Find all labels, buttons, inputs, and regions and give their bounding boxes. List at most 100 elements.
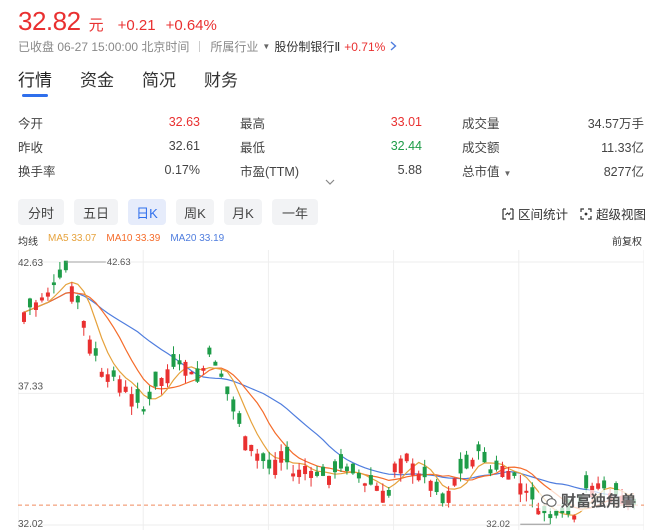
candle-body bbox=[129, 394, 134, 407]
range-stats-button[interactable]: 区间统计 bbox=[502, 204, 568, 223]
candle-body bbox=[207, 347, 212, 355]
stats-row: 今开 32.63 最高 33.01 成交量 34.57万手 bbox=[18, 110, 644, 134]
candle-body bbox=[362, 483, 367, 486]
candle-body bbox=[356, 472, 361, 479]
legend-ma20: MA20 33.19 bbox=[170, 233, 225, 244]
period-5day[interactable]: 五日 bbox=[74, 199, 118, 225]
stat-turnover-rate: 换手率 0.17% bbox=[18, 161, 200, 180]
candle-body bbox=[33, 302, 38, 310]
candlestick-chart[interactable]: 42.63 37.33 32.02 42.63 32.02 bbox=[18, 250, 644, 530]
candle-body bbox=[147, 391, 152, 400]
price-change-percent: +0.64% bbox=[165, 17, 217, 34]
candle-body bbox=[416, 473, 421, 481]
stat-value: 5.88 bbox=[397, 163, 422, 177]
stat-value: 32.61 bbox=[168, 139, 200, 153]
candle-body bbox=[87, 339, 92, 354]
stat-label: 今开 bbox=[18, 116, 44, 131]
industry-change: +0.71% bbox=[344, 39, 386, 54]
candle-body bbox=[476, 444, 481, 452]
price-header: 32.82 元 +0.21 +0.64% bbox=[18, 6, 217, 36]
candle-body bbox=[368, 475, 373, 485]
stat-open: 今开 32.63 bbox=[18, 113, 200, 132]
candle-body bbox=[27, 298, 32, 308]
candle-body bbox=[494, 460, 499, 470]
period-monthly-k[interactable]: 月K bbox=[224, 199, 262, 225]
stat-label: 成交额 bbox=[462, 140, 500, 155]
candle-body bbox=[231, 399, 236, 412]
min-annotation: 32.02 bbox=[486, 519, 510, 530]
industry-label: 所属行业 bbox=[210, 40, 259, 54]
candle-body bbox=[506, 470, 511, 480]
price-adjust-toggle[interactable]: 前复权 bbox=[612, 233, 642, 248]
market-cap-label: 总市值 bbox=[462, 164, 500, 179]
candle-body bbox=[470, 459, 475, 467]
stat-market-cap[interactable]: 总市值 ▼ 8277亿 bbox=[462, 161, 644, 180]
candle-body bbox=[21, 312, 26, 322]
stat-label: 市盈(TTM) bbox=[240, 164, 300, 179]
tab-finance[interactable]: 财务 bbox=[204, 66, 238, 97]
candle-body bbox=[321, 466, 326, 476]
chart-tools: 区间统计 超级视图 bbox=[502, 204, 646, 223]
candle-body bbox=[159, 378, 164, 387]
stat-value: 11.33亿 bbox=[601, 140, 644, 155]
legend-ma10: MA10 33.39 bbox=[106, 233, 161, 244]
candle-body bbox=[332, 461, 337, 473]
candle-body bbox=[261, 453, 266, 462]
candle-body bbox=[189, 371, 194, 375]
candle-body bbox=[135, 389, 140, 403]
super-view-button[interactable]: 超级视图 bbox=[580, 204, 646, 223]
candle-body bbox=[500, 466, 505, 477]
tab-profile[interactable]: 简况 bbox=[142, 66, 176, 97]
price-change: +0.21 bbox=[117, 17, 156, 34]
super-view-label: 超级视图 bbox=[595, 208, 646, 222]
period-daily-k[interactable]: 日K bbox=[128, 199, 166, 225]
market-status: 已收盘 06-27 15:00:00 北京时间 bbox=[18, 40, 190, 54]
tab-funds[interactable]: 资金 bbox=[80, 66, 114, 97]
caret-down-icon[interactable]: ▼ bbox=[504, 169, 512, 178]
stat-label: 换手率 bbox=[18, 164, 56, 179]
stat-value: 33.01 bbox=[390, 115, 422, 129]
stat-label: 最低 bbox=[240, 140, 266, 155]
wechat-icon bbox=[540, 493, 557, 507]
price-unit: 元 bbox=[88, 17, 104, 34]
candle-body bbox=[446, 490, 451, 503]
stat-value: 8277亿 bbox=[603, 164, 644, 179]
legend-ma5: MA5 33.07 bbox=[48, 233, 97, 244]
y-tick-label: 37.33 bbox=[18, 381, 43, 392]
current-price: 32.82 bbox=[18, 6, 81, 36]
candle-body bbox=[99, 371, 104, 377]
candle-body bbox=[213, 361, 218, 366]
candle-body bbox=[327, 475, 331, 485]
period-weekly-k[interactable]: 周K bbox=[176, 199, 214, 225]
expand-chevron-icon[interactable] bbox=[325, 177, 335, 187]
candle-body bbox=[518, 483, 523, 495]
candle-body bbox=[291, 473, 296, 477]
candle-body bbox=[249, 444, 254, 452]
chevron-right-icon[interactable] bbox=[390, 40, 397, 54]
period-selector: 分时 五日 日K 周K 月K 一年 bbox=[18, 199, 318, 225]
candle-body bbox=[297, 469, 302, 478]
candle-body bbox=[309, 470, 314, 478]
candle-body bbox=[51, 282, 56, 286]
candle-body bbox=[398, 458, 403, 474]
candle-body bbox=[440, 493, 445, 504]
candle-body bbox=[512, 472, 517, 476]
y-tick-label: 42.63 bbox=[18, 258, 43, 269]
ma-legend: 均线 MA5 33.07 MA10 33.39 MA20 33.19 bbox=[18, 233, 224, 248]
candle-body bbox=[195, 368, 200, 382]
candle-body bbox=[303, 466, 308, 475]
candle-body bbox=[75, 295, 80, 303]
period-one-year[interactable]: 一年 bbox=[272, 199, 318, 225]
period-intraday[interactable]: 分时 bbox=[18, 199, 64, 225]
candle-body bbox=[464, 454, 469, 469]
industry-link[interactable]: 股份制银行Ⅱ bbox=[274, 38, 340, 55]
candle-body bbox=[428, 480, 433, 491]
candle-body bbox=[524, 490, 529, 493]
tab-quote[interactable]: 行情 bbox=[18, 66, 52, 97]
candle-body bbox=[380, 490, 385, 503]
candle-body bbox=[338, 454, 343, 469]
stat-label: 成交量 bbox=[462, 116, 500, 131]
candle-body bbox=[165, 369, 170, 384]
stat-value: 32.63 bbox=[168, 115, 200, 129]
candle-body bbox=[105, 374, 110, 382]
